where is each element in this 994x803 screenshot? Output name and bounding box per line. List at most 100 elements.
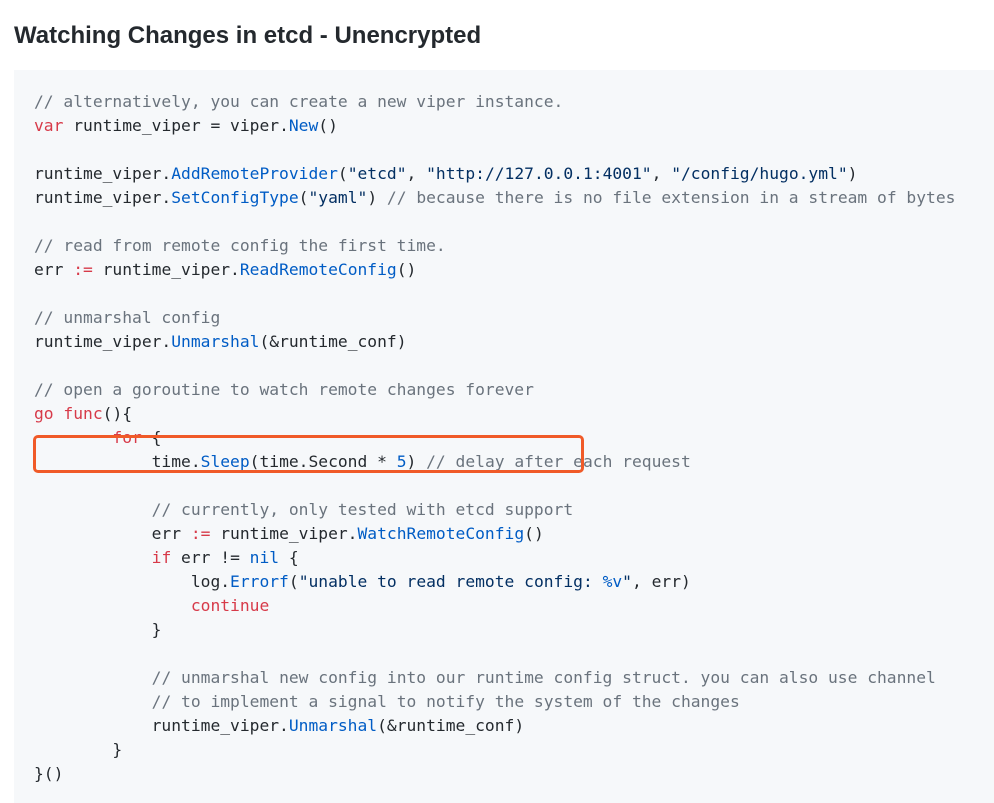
code-line: runtime_viper.Unmarshal(&runtime_conf) xyxy=(34,714,955,738)
code-line: err := runtime_viper.ReadRemoteConfig() xyxy=(34,258,955,282)
code-string: "yaml" xyxy=(308,188,368,207)
code-line: for { xyxy=(34,426,955,450)
code-keyword: for xyxy=(112,428,142,447)
code-function: Sleep xyxy=(200,452,250,471)
code-line: // unmarshal config xyxy=(34,306,955,330)
code-text: () xyxy=(318,116,338,135)
code-text: , xyxy=(651,164,672,183)
code-text: ) xyxy=(367,188,387,207)
code-keyword: continue xyxy=(190,596,270,615)
code-listing: // alternatively, you can create a new v… xyxy=(34,90,955,786)
code-function: Unmarshal xyxy=(288,716,378,735)
code-text: () xyxy=(524,524,544,543)
code-keyword: if xyxy=(151,548,172,567)
code-comment: // unmarshal config xyxy=(34,308,221,327)
code-string: "http://127.0.0.1:4001" xyxy=(426,164,652,183)
code-keyword: := xyxy=(73,260,93,279)
code-line: if err != nil { xyxy=(34,546,955,570)
code-text: runtime_viper. xyxy=(34,188,172,207)
code-text: runtime_viper. xyxy=(34,332,172,351)
code-text: ) xyxy=(406,452,427,471)
code-function: %v xyxy=(602,572,623,591)
code-text: runtime_viper. xyxy=(210,524,358,543)
code-text: , err) xyxy=(631,572,691,591)
code-line: runtime_viper.AddRemoteProvider("etcd", … xyxy=(34,162,955,186)
code-text: log. xyxy=(34,572,231,591)
code-line: // currently, only tested with etcd supp… xyxy=(34,498,955,522)
code-line: time.Sleep(time.Second * 5) // delay aft… xyxy=(34,450,955,474)
code-line: runtime_viper.Unmarshal(&runtime_conf) xyxy=(34,330,955,354)
section-heading: Watching Changes in etcd - Unencrypted xyxy=(14,22,482,49)
code-text: } xyxy=(34,740,123,759)
code-text: err != xyxy=(171,548,250,567)
code-text: } xyxy=(34,620,162,639)
code-text: runtime_viper = viper. xyxy=(63,116,289,135)
code-string: "unable to read remote config: xyxy=(298,572,603,591)
code-text: ) xyxy=(847,164,858,183)
code-text: (){ xyxy=(102,404,133,423)
code-text: runtime_viper. xyxy=(92,260,240,279)
code-function: New xyxy=(288,116,319,135)
code-comment: // to implement a signal to notify the s… xyxy=(151,692,740,711)
code-text: err xyxy=(34,260,74,279)
code-number: 5 xyxy=(396,452,407,471)
code-text: (time.Second * xyxy=(249,452,397,471)
code-line: // alternatively, you can create a new v… xyxy=(34,90,955,114)
code-keyword: func xyxy=(63,404,103,423)
code-keyword: var xyxy=(34,116,64,135)
code-text: ( xyxy=(337,164,348,183)
code-function: nil xyxy=(249,548,280,567)
code-text: time. xyxy=(34,452,201,471)
code-text: (&runtime_conf) xyxy=(377,716,525,735)
code-function: Errorf xyxy=(230,572,289,591)
code-line: err := runtime_viper.WatchRemoteConfig() xyxy=(34,522,955,546)
code-text: { xyxy=(279,548,299,567)
code-line: // unmarshal new config into our runtime… xyxy=(34,666,955,690)
code-block: // alternatively, you can create a new v… xyxy=(14,70,994,803)
code-comment: // read from remote config the first tim… xyxy=(34,236,446,255)
code-line-highlighted: // open a goroutine to watch remote chan… xyxy=(34,378,955,402)
code-text: , xyxy=(406,164,427,183)
code-line: }() xyxy=(34,762,955,786)
code-comment: // delay after each request xyxy=(426,452,691,471)
code-line: runtime_viper.SetConfigType("yaml") // b… xyxy=(34,186,955,210)
code-text: }() xyxy=(34,764,64,783)
code-keyword: := xyxy=(190,524,211,543)
code-string: "/config/hugo.yml" xyxy=(671,164,848,183)
code-string: " xyxy=(622,572,632,591)
code-text: ( xyxy=(288,572,299,591)
code-text: () xyxy=(396,260,417,279)
code-text: runtime_viper. xyxy=(34,164,172,183)
code-text: ( xyxy=(298,188,309,207)
code-text: runtime_viper. xyxy=(34,716,289,735)
code-function: WatchRemoteConfig xyxy=(357,524,525,543)
code-line: log.Errorf("unable to read remote config… xyxy=(34,570,955,594)
code-comment: // because there is no file extension in… xyxy=(386,188,956,207)
code-keyword: go xyxy=(34,404,54,423)
code-line: // to implement a signal to notify the s… xyxy=(34,690,955,714)
code-string: "etcd" xyxy=(347,164,407,183)
code-text: { xyxy=(141,428,162,447)
code-text: (&runtime_conf) xyxy=(259,332,407,351)
code-function: SetConfigType xyxy=(171,188,299,207)
code-comment: // currently, only tested with etcd supp… xyxy=(151,500,574,519)
code-line: } xyxy=(34,618,955,642)
code-comment: // unmarshal new config into our runtime… xyxy=(151,668,936,687)
code-line: var runtime_viper = viper.New() xyxy=(34,114,955,138)
code-line: // read from remote config the first tim… xyxy=(34,234,955,258)
code-comment: // open a goroutine to watch remote chan… xyxy=(34,380,534,399)
code-text: err xyxy=(34,524,191,543)
code-comment: // alternatively, you can create a new v… xyxy=(34,92,564,111)
